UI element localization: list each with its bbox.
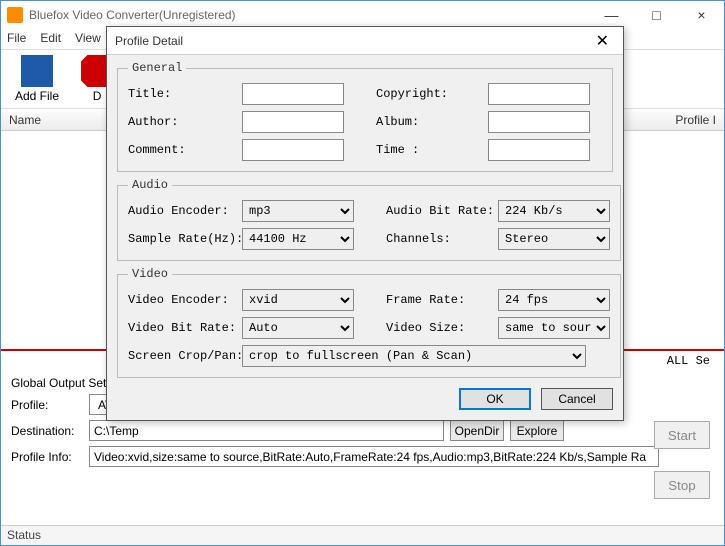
general-group: General Title: Copyright: Author: Album:… [117,61,613,172]
video-encoder-label: Video Encoder: [128,293,236,307]
title-label: Title: [128,87,236,101]
crop-select[interactable]: crop to fullscreen (Pan & Scan) [242,345,586,367]
channels-select[interactable]: Stereo [498,228,610,250]
delete-label: D [93,89,102,103]
album-input[interactable] [488,111,590,133]
sample-rate-select[interactable]: 44100 Hz [242,228,354,250]
video-legend: Video [128,267,172,281]
copyright-label: Copyright: [376,87,482,101]
close-button[interactable]: × [679,1,724,29]
video-size-label: Video Size: [386,321,492,335]
title-input[interactable] [242,83,344,105]
sample-rate-label: Sample Rate(Hz): [128,232,236,246]
add-file-label: Add File [15,89,59,103]
album-label: Album: [376,115,482,129]
window-title: Bluefox Video Converter(Unregistered) [29,8,589,22]
framerate-select[interactable]: 24 fps [498,289,610,311]
time-input[interactable] [488,139,590,161]
comment-input[interactable] [242,139,344,161]
audio-encoder-select[interactable]: mp3 [242,200,354,222]
app-icon [7,7,23,23]
video-bitrate-label: Video Bit Rate: [128,321,236,335]
profile-detail-dialog: Profile Detail ✕ General Title: Copyrigh… [106,26,624,421]
add-file-icon [21,55,53,87]
destination-input[interactable] [89,420,444,441]
author-label: Author: [128,115,236,129]
add-file-button[interactable]: Add File [9,53,65,105]
video-bitrate-select[interactable]: Auto [242,317,354,339]
audio-legend: Audio [128,178,172,192]
explore-button[interactable]: Explore [510,420,564,441]
audio-group: Audio Audio Encoder: mp3 Audio Bit Rate:… [117,178,621,261]
author-input[interactable] [242,111,344,133]
audio-encoder-label: Audio Encoder: [128,204,236,218]
menu-file[interactable]: File [7,31,26,47]
audio-bitrate-select[interactable]: 224 Kb/s [498,200,610,222]
dialog-title: Profile Detail [115,34,590,48]
ok-button[interactable]: OK [459,388,531,410]
profile-info-input[interactable] [89,446,659,467]
video-group: Video Video Encoder: xvid Frame Rate: 24… [117,267,621,378]
cancel-button[interactable]: Cancel [541,388,613,410]
framerate-label: Frame Rate: [386,293,492,307]
titlebar: Bluefox Video Converter(Unregistered) — … [1,1,724,29]
statusbar: Status [1,525,724,545]
maximize-button[interactable]: □ [634,1,679,29]
dialog-titlebar: Profile Detail ✕ [107,27,623,55]
video-size-select[interactable]: same to source [498,317,610,339]
comment-label: Comment: [128,143,236,157]
destination-label: Destination: [11,424,83,438]
minimize-button[interactable]: — [589,1,634,29]
column-profile[interactable]: Profile I [675,113,716,127]
start-button[interactable]: Start [654,421,710,449]
audio-bitrate-label: Audio Bit Rate: [386,204,492,218]
time-label: Time : [376,143,482,157]
channels-label: Channels: [386,232,492,246]
video-encoder-select[interactable]: xvid [242,289,354,311]
crop-label: Screen Crop/Pan: [128,349,236,363]
copyright-input[interactable] [488,83,590,105]
general-legend: General [128,61,186,75]
opendir-button[interactable]: OpenDir [450,420,504,441]
profile-label: Profile: [11,398,83,412]
menu-edit[interactable]: Edit [40,31,61,47]
menu-view[interactable]: View [75,31,101,47]
dialog-close-icon[interactable]: ✕ [590,31,615,51]
stop-button[interactable]: Stop [654,471,710,499]
profile-info-label: Profile Info: [11,450,83,464]
